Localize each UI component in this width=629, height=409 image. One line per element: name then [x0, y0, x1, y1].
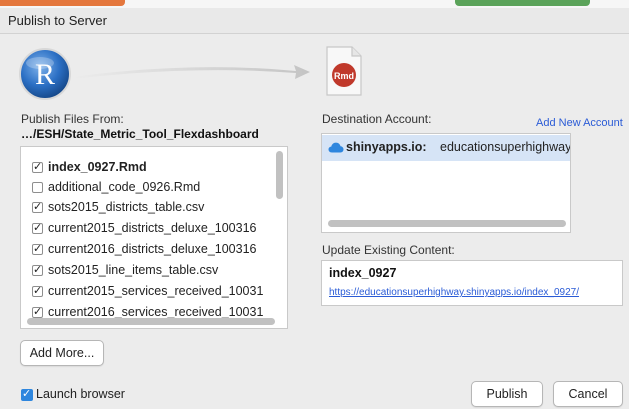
- existing-content-box[interactable]: index_0927 https://educationsuperhighway…: [321, 260, 623, 306]
- file-checkbox[interactable]: ✓: [32, 201, 43, 213]
- add-more-button[interactable]: Add More...: [20, 340, 104, 366]
- background-tab-green: [455, 0, 590, 6]
- publish-button[interactable]: Publish: [471, 381, 543, 407]
- r-logo-letter: R: [35, 58, 55, 91]
- existing-content-url-link[interactable]: https://educationsuperhighway.shinyapps.…: [329, 287, 579, 298]
- dialog-title: Publish to Server: [8, 13, 107, 28]
- file-checkbox[interactable]: ✓: [32, 306, 43, 318]
- file-item[interactable]: ✓ index_0927.Rmd: [21, 158, 281, 178]
- file-list[interactable]: ✓ index_0927.Rmd additional_code_0926.Rm…: [20, 146, 288, 329]
- add-new-account-link[interactable]: Add New Account: [536, 117, 623, 129]
- destination-account-label: Destination Account:: [322, 112, 432, 126]
- file-name: current2016_services_received_10031: [48, 305, 264, 319]
- file-name: index_0927.Rmd: [48, 160, 147, 174]
- launch-browser-label: Launch browser: [36, 387, 125, 401]
- account-item[interactable]: shinyapps.io: educationsuperhighway: [322, 135, 570, 161]
- publish-arrow-graphic: [72, 65, 310, 79]
- file-checkbox[interactable]: ✓: [32, 243, 43, 255]
- file-checkbox[interactable]: ✓: [32, 222, 43, 234]
- background-window-strip: [0, 0, 629, 8]
- account-list[interactable]: shinyapps.io: educationsuperhighway: [321, 133, 571, 233]
- publish-from-path: …/ESH/State_Metric_Tool_Flexdashboard: [21, 127, 259, 141]
- file-name: sots2015_districts_table.csv: [48, 200, 205, 214]
- cancel-button[interactable]: Cancel: [553, 381, 623, 407]
- dialog-title-bar: Publish to Server: [0, 8, 629, 34]
- launch-browser-checkbox[interactable]: ✓: [21, 388, 33, 401]
- file-checkbox[interactable]: [32, 182, 43, 193]
- file-item[interactable]: additional_code_0926.Rmd: [21, 178, 281, 198]
- file-item[interactable]: ✓ sots2015_districts_table.csv: [21, 198, 281, 218]
- file-checkbox[interactable]: ✓: [32, 161, 43, 173]
- account-list-horizontal-scrollbar[interactable]: [328, 220, 566, 227]
- file-item[interactable]: ✓ current2015_services_received_10031: [21, 282, 281, 302]
- background-tab-orange: [0, 0, 125, 6]
- file-name: additional_code_0926.Rmd: [48, 180, 201, 194]
- file-item[interactable]: ✓ current2015_districts_deluxe_100316: [21, 219, 281, 239]
- cloud-icon: [328, 142, 344, 153]
- file-checkbox[interactable]: ✓: [32, 264, 43, 276]
- file-item[interactable]: ✓ sots2015_line_items_table.csv: [21, 261, 281, 281]
- existing-content-name: index_0927: [329, 266, 397, 280]
- file-name: sots2015_line_items_table.csv: [48, 263, 219, 277]
- file-name: current2015_districts_deluxe_100316: [48, 221, 257, 235]
- rmd-file-icon: Rmd: [326, 46, 362, 96]
- file-name: current2015_services_received_10031: [48, 284, 264, 298]
- file-item[interactable]: ✓ current2016_districts_deluxe_100316: [21, 240, 281, 260]
- file-list-vertical-scrollbar[interactable]: [276, 151, 283, 199]
- account-user: educationsuperhighway: [440, 140, 570, 154]
- rmd-icon-label: Rmd: [334, 71, 354, 81]
- file-list-horizontal-scrollbar[interactable]: [27, 318, 275, 325]
- update-existing-label: Update Existing Content:: [322, 243, 455, 257]
- file-checkbox[interactable]: ✓: [32, 285, 43, 297]
- account-server: shinyapps.io:: [346, 140, 427, 154]
- file-name: current2016_districts_deluxe_100316: [48, 242, 257, 256]
- publish-from-label: Publish Files From:: [21, 112, 124, 126]
- r-logo-icon: R: [19, 48, 71, 100]
